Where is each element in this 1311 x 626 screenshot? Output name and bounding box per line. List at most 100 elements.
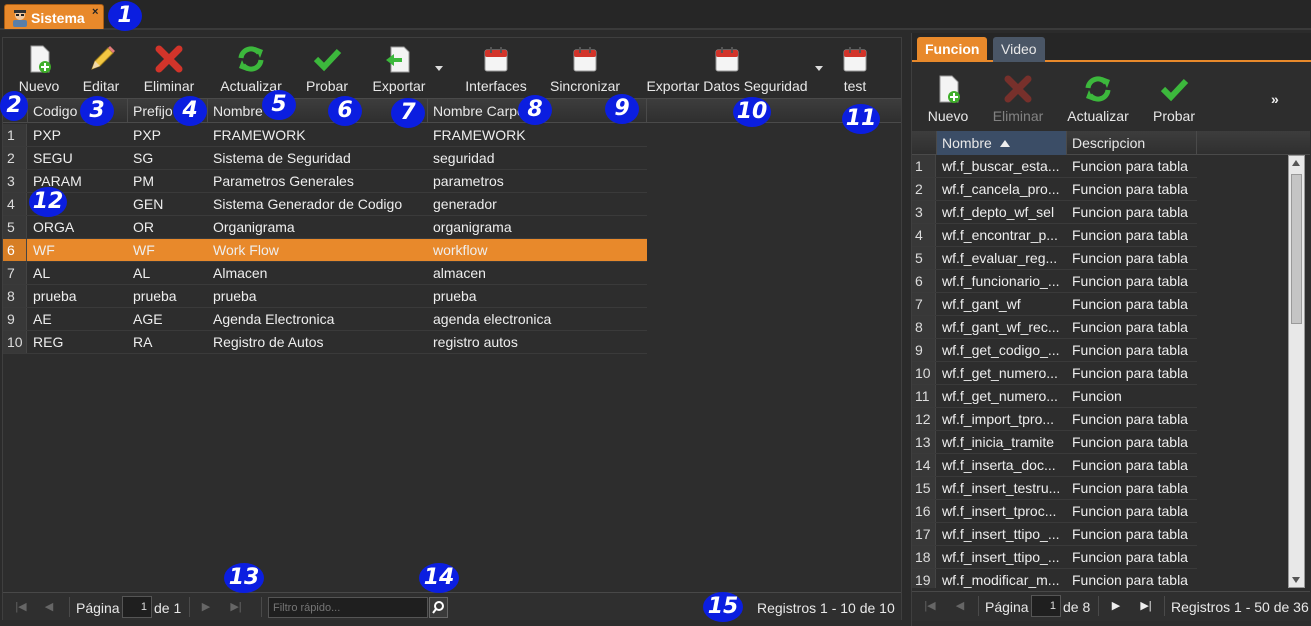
last-page-icon[interactable]: ▶| (1138, 598, 1154, 614)
cell-desc: Funcion para tabla (1072, 457, 1188, 473)
test-button[interactable]: Probar (301, 40, 353, 96)
cell-prefijo: OR (133, 219, 154, 235)
table-row[interactable]: 4 GEN Sistema Generador de Codigo generador (3, 193, 647, 216)
quick-filter-input[interactable] (268, 597, 428, 618)
cell-codigo: AL (33, 265, 51, 281)
cell-nombre: wf.f_modificar_m... (942, 572, 1060, 588)
export-security-data-button[interactable]: Exportar Datos Seguridad (643, 40, 811, 96)
refresh-button[interactable]: Actualizar (215, 40, 287, 96)
delete-x-icon (155, 45, 183, 73)
table-row[interactable]: 9 AE AGE Agenda Electronica agenda electroni… (3, 308, 647, 331)
first-page-icon[interactable]: |◀ (922, 598, 938, 614)
calendar-icon (715, 47, 739, 72)
page-number-input[interactable] (122, 596, 152, 618)
list-item[interactable]: 13 wf.f_inicia_tramite Funcion para tabla (912, 431, 1197, 454)
delete-button[interactable]: Eliminar (137, 40, 201, 96)
prev-page-icon[interactable]: ◀ (41, 599, 57, 615)
new-document-icon (30, 45, 51, 73)
page-number-input[interactable] (1031, 595, 1061, 617)
detail-new-button[interactable]: Nuevo (922, 70, 974, 126)
page-of-label: de 8 (1063, 599, 1091, 615)
list-item[interactable]: 10 wf.f_get_numero... Funcion para tabla (912, 362, 1197, 385)
row-number: 1 (3, 124, 27, 146)
table-row[interactable]: 5 ORGA OR Organigrama organigrama (3, 216, 647, 239)
cell-nombre: wf.f_inserta_doc... (942, 457, 1056, 473)
export-security-dropdown-arrow-icon[interactable] (815, 66, 823, 71)
prev-page-icon[interactable]: ◀ (952, 598, 968, 614)
refresh-icon (238, 46, 264, 72)
cell-desc: Funcion para tabla (1072, 434, 1188, 450)
row-number: 14 (912, 454, 936, 476)
column-header-nombre[interactable]: Nombre (937, 131, 1067, 155)
detail-new-label: Nuevo (927, 108, 969, 124)
tab-funcion[interactable]: Funcion (917, 37, 988, 62)
vertical-scrollbar[interactable] (1288, 155, 1305, 588)
list-item[interactable]: 12 wf.f_import_tpro... Funcion para tabla (912, 408, 1197, 431)
list-item[interactable]: 2 wf.f_cancela_pro... Funcion para tabla (912, 178, 1197, 201)
interfaces-button[interactable]: Interfaces (461, 40, 531, 96)
export-button[interactable]: Exportar (367, 40, 431, 96)
list-item[interactable]: 11 wf.f_get_numero... Funcion (912, 385, 1197, 408)
list-item[interactable]: 3 wf.f_depto_wf_sel Funcion para tabla (912, 201, 1197, 224)
scrollbar-thumb[interactable] (1291, 174, 1302, 324)
table-row[interactable]: 3 PARAM PM Parametros Generales parametros (3, 170, 647, 193)
scroll-down-arrow-icon[interactable] (1292, 577, 1300, 583)
detail-test-button[interactable]: Probar (1148, 70, 1200, 126)
next-page-icon[interactable]: ▶ (198, 599, 214, 615)
row-number: 6 (912, 270, 936, 292)
export-document-icon (386, 46, 410, 73)
list-item[interactable]: 17 wf.f_insert_ttipo_... Funcion para tabl… (912, 523, 1197, 546)
edit-button[interactable]: Editar (75, 40, 127, 96)
table-row[interactable]: 8 prueba prueba prueba prueba (3, 285, 647, 308)
table-row[interactable]: 1 PXP PXP FRAMEWORK FRAMEWORK (3, 124, 647, 147)
row-number: 10 (3, 331, 27, 353)
column-header-descripcion[interactable]: Descripcion (1067, 131, 1197, 155)
last-page-icon[interactable]: ▶| (228, 599, 244, 615)
close-icon[interactable]: × (92, 6, 98, 18)
list-item[interactable]: 8 wf.f_gant_wf_rec... Funcion para tabla (912, 316, 1197, 339)
list-item[interactable]: 15 wf.f_insert_testru... Funcion para tabl… (912, 477, 1197, 500)
main-toolbar: Nuevo Editar Eliminar Actualizar Probar … (3, 38, 901, 98)
detail-delete-button[interactable]: Eliminar (986, 70, 1050, 126)
tab-sistema-label: Sistema (31, 10, 85, 26)
list-item[interactable]: 6 wf.f_funcionario_... Funcion para tabla (912, 270, 1197, 293)
tab-sistema[interactable]: Sistema × (4, 4, 104, 29)
new-button[interactable]: Nuevo (11, 40, 67, 96)
list-item[interactable]: 14 wf.f_inserta_doc... Funcion para tabla (912, 454, 1197, 477)
first-page-icon[interactable]: |◀ (13, 599, 29, 615)
sync-button-label: Sincronizar (549, 78, 621, 94)
list-item[interactable]: 18 wf.f_insert_ttipo_... Funcion para tabl… (912, 546, 1197, 569)
cell-desc: Funcion para tabla (1072, 227, 1188, 243)
cell-desc: Funcion para tabla (1072, 365, 1188, 381)
list-item[interactable]: 16 wf.f_insert_tproc... Funcion para tabla (912, 500, 1197, 523)
table-row[interactable]: 2 SEGU SG Sistema de Seguridad seguridad (3, 147, 647, 170)
cell-carpeta: workflow (433, 242, 488, 258)
test2-button[interactable]: test (835, 40, 875, 96)
detail-refresh-button[interactable]: Actualizar (1062, 70, 1134, 126)
list-item[interactable]: 5 wf.f_evaluar_reg... Funcion para tabla (912, 247, 1197, 270)
row-number: 9 (3, 308, 27, 330)
list-item[interactable]: 1 wf.f_buscar_esta... Funcion para tabla (912, 155, 1197, 178)
more-actions-button[interactable]: » (1271, 91, 1279, 107)
table-row[interactable]: 10 REG RA Registro de Autos registro autos (3, 331, 647, 354)
cell-nombre: Work Flow (213, 242, 279, 258)
table-row[interactable]: 6 WF WF Work Flow workflow (3, 239, 647, 262)
next-page-icon[interactable]: ▶ (1108, 598, 1124, 614)
filter-search-button[interactable] (429, 597, 448, 618)
pager-separator (1164, 596, 1165, 616)
tab-video[interactable]: Video (993, 37, 1045, 62)
list-item[interactable]: 19 wf.f_modificar_m... Funcion para tabla (912, 569, 1197, 588)
page-label: Página (985, 599, 1029, 615)
export-dropdown-arrow-icon[interactable] (435, 66, 443, 71)
annotation-badge-13: 13 (224, 563, 264, 593)
export-security-data-label: Exportar Datos Seguridad (646, 78, 808, 94)
list-item[interactable]: 7 wf.f_gant_wf Funcion para tabla (912, 293, 1197, 316)
list-item[interactable]: 9 wf.f_get_codigo_... Funcion para tabla (912, 339, 1197, 362)
scroll-up-arrow-icon[interactable] (1292, 160, 1300, 166)
table-row[interactable]: 7 AL AL Almacen almacen (3, 262, 647, 285)
cell-carpeta: almacen (433, 265, 486, 281)
sync-button[interactable]: Sincronizar (547, 40, 623, 96)
detail-delete-label: Eliminar (992, 108, 1044, 124)
cell-carpeta: prueba (433, 288, 477, 304)
list-item[interactable]: 4 wf.f_encontrar_p... Funcion para tabla (912, 224, 1197, 247)
